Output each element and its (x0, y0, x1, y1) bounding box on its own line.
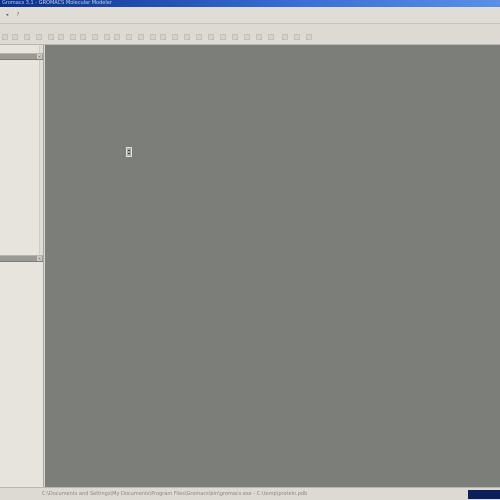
application-window: Gromacs 3.1 - GROMACS Molecular Modeler … (0, 0, 500, 500)
toolbar-button[interactable] (104, 34, 110, 40)
toolbar-button[interactable] (24, 34, 30, 40)
status-indicator (468, 490, 500, 499)
workspace-canvas[interactable] (45, 45, 500, 487)
panel-header-bottom: × (0, 255, 43, 262)
toolbar-button[interactable] (268, 34, 274, 40)
toolbar-button[interactable] (208, 34, 214, 40)
toolbar-button[interactable] (114, 34, 120, 40)
scrollbar[interactable] (39, 45, 43, 53)
toolbar-button[interactable] (160, 34, 166, 40)
close-icon[interactable]: × (37, 256, 42, 261)
status-path: C:\Documents and Settings\My Documents\P… (42, 491, 308, 497)
close-icon[interactable]: × (37, 54, 42, 59)
left-panel: × × (0, 45, 44, 487)
toolbar-button[interactable] (220, 34, 226, 40)
toolbar-button[interactable] (306, 34, 312, 40)
toolbar-button[interactable] (2, 34, 8, 40)
back-icon[interactable]: ◂ (2, 10, 12, 20)
panel-header-top: × (0, 53, 43, 60)
menu-bar: ◂ ? (0, 7, 500, 24)
help-icon[interactable]: ? (13, 10, 23, 20)
toolbar-button[interactable] (244, 34, 250, 40)
toolbar-button[interactable] (196, 34, 202, 40)
cursor-icon (126, 147, 132, 157)
toolbar-button[interactable] (36, 34, 42, 40)
toolbar-button[interactable] (126, 34, 132, 40)
toolbar-button[interactable] (256, 34, 262, 40)
toolbar-button[interactable] (48, 34, 54, 40)
toolbar-button[interactable] (150, 34, 156, 40)
title-bar: Gromacs 3.1 - GROMACS Molecular Modeler (0, 0, 500, 7)
window-title: Gromacs 3.1 - GROMACS Molecular Modeler (2, 0, 112, 6)
toolbar-button[interactable] (172, 34, 178, 40)
toolbar-button[interactable] (92, 34, 98, 40)
status-bar: C:\Documents and Settings\My Documents\P… (0, 487, 500, 500)
toolbar-button[interactable] (184, 34, 190, 40)
toolbar-button[interactable] (232, 34, 238, 40)
toolbar-button[interactable] (70, 34, 76, 40)
scrollbar[interactable] (39, 60, 43, 255)
toolbar-button[interactable] (294, 34, 300, 40)
toolbar-button[interactable] (138, 34, 144, 40)
toolbar-button[interactable] (80, 34, 86, 40)
toolbar (0, 24, 500, 45)
toolbar-button[interactable] (282, 34, 288, 40)
toolbar-button[interactable] (58, 34, 64, 40)
toolbar-button[interactable] (12, 34, 18, 40)
